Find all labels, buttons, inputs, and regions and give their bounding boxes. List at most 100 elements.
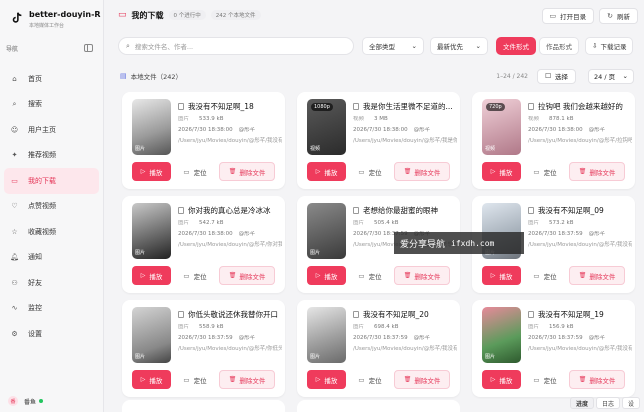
sidebar-item-label: 点赞视频 [28,202,56,211]
file-title: 我没有不知足啊_09 [538,206,604,215]
play-button[interactable]: ▷ 播放 [132,266,171,285]
locate-button[interactable]: ▭ 定位 [525,162,565,181]
trash-icon: 🗑︎ [228,376,237,383]
media-thumbnail[interactable]: 1080p 视频 [307,99,346,155]
file-info: 拉钩吧 我们会越来越好的 视频 878.1 kB 2026/7/30 18:38:00… [528,101,632,144]
locate-button[interactable]: ▭ 定位 [350,370,390,389]
range-indicator: 1–24 / 242 [496,72,528,80]
media-thumbnail[interactable]: 图片 [307,307,346,363]
sidebar-item[interactable]: ⚇ 好友 [0,270,103,296]
file-date: 2026/7/30 18:38:00 [528,126,583,133]
play-button[interactable]: ▷ 播放 [132,370,171,389]
list-header: ▤ 本地文件（242） 1–24 / 242 ☐ 选择 24 / 页 ⌄ [120,67,638,85]
brand: better-douyin-R 本地媒体工作台 [0,0,103,40]
delete-label: 删除文件 [414,376,441,385]
search-input[interactable]: ⌕ 搜索文件名、作者... [118,37,354,55]
media-thumbnail[interactable]: 图片 [482,307,521,363]
file-date: 2026/7/30 18:38:00 [178,126,233,133]
user-profile[interactable]: 番 番鱼 [8,396,44,406]
refresh-button[interactable]: ↻ 刷新 [599,8,638,24]
file-info: 我没有不知足啊_20 图片 698.4 kB 2026/7/30 18:37:59 @彤… [353,309,457,352]
sidebar-item[interactable]: ☺ 用户主页 [0,117,103,143]
sidebar-item[interactable]: 🔔︎ 通知 [0,245,103,271]
sidebar-item[interactable]: ⚙ 设置 [0,321,103,347]
sidebar-item[interactable]: ▭ 我的下载 [4,168,99,194]
file-kind: 图片 [178,220,190,226]
delete-file-button[interactable]: 🗑︎ 删除文件 [394,266,450,285]
file-meta: 图片 533.9 kB [178,116,282,123]
play-icon: ▷ [140,376,146,383]
file-meta-date: 2026/7/30 18:38:00 @彤芊 [528,127,632,134]
per-page-value: 24 / 页 [594,73,616,81]
search-icon: ⌕ [126,41,130,50]
sidebar-item[interactable]: ∿ 监控 [0,296,103,322]
play-button[interactable]: ▷ 播放 [482,370,521,389]
locate-button[interactable]: ▭ 定位 [525,266,565,285]
tab-progress[interactable]: 进度 [569,397,594,409]
play-button[interactable]: ▷ 播放 [307,266,346,285]
delete-file-button[interactable]: 🗑︎ 删除文件 [569,162,625,181]
play-button[interactable]: ▷ 播放 [307,370,346,389]
select-button[interactable]: ☐ 选择 [537,68,576,84]
locate-label: 定位 [368,272,382,281]
open-folder-button[interactable]: ▭ 打开目录 [541,8,595,24]
delete-file-button[interactable]: 🗑︎ 删除文件 [394,162,450,181]
sidebar-item[interactable]: ⌂ 首页 [0,66,103,92]
thumbnail-tag: 图片 [135,354,146,360]
trash-icon: 🗑︎ [403,272,412,279]
app-window: better-douyin-R 本地媒体工作台 导航 ⌂ 首页 ⌕ 搜索 ☺ 用户主页 ✦ 推… [0,0,644,412]
delete-file-button[interactable]: 🗑︎ 删除文件 [219,266,275,285]
play-label: 播放 [324,376,338,385]
delete-file-button[interactable]: 🗑︎ 删除文件 [569,370,625,389]
card-actions: ▷ 播放 ▭ 定位 🗑︎ 删除文件 [132,266,275,285]
delete-file-button[interactable]: 🗑︎ 删除文件 [219,162,275,181]
sidebar-item[interactable]: ☆ 收藏视频 [0,219,103,245]
media-thumbnail[interactable]: 图片 [132,99,171,155]
file-title: 你低头敬说还休我替你开口 [188,310,278,319]
nav-list: ⌂ 首页 ⌕ 搜索 ☺ 用户主页 ✦ 推荐视频 ▭ 我的下载 ♡ 点赞视频 ☆ 收藏视频 🔔︎ 通知 ⚇ 好友 ∿ 监… [0,66,103,347]
media-thumbnail[interactable]: 720p 视频 [482,99,521,155]
tab-other[interactable]: 设 [621,397,640,409]
locate-button[interactable]: ▭ 定位 [350,162,390,181]
locate-button[interactable]: ▭ 定位 [350,266,390,285]
sort-select[interactable]: 最新优先 ⌄ [430,37,488,55]
delete-file-button[interactable]: 🗑︎ 删除文件 [394,370,450,389]
sparkle-icon: ✦ [11,151,18,160]
file-title: 拉钩吧 我们会越来越好的 [538,102,623,111]
play-button[interactable]: ▷ 播放 [482,162,521,181]
play-button[interactable]: ▷ 播放 [307,162,346,181]
file-size: 542.7 kB [199,220,224,226]
sidebar-item[interactable]: ♡ 点赞视频 [0,194,103,220]
trash-icon: 🗑︎ [578,376,587,383]
per-page-select[interactable]: 24 / 页 ⌄ [588,68,634,84]
file-card: 图片 我没有不知足啊_19 图片 156.9 kB 2026/7/30 18:37:59… [472,300,635,397]
download-records-button[interactable]: ⇩ 下载记录 [585,37,634,55]
locate-label: 定位 [193,272,207,281]
file-title-row: 我没有不知足啊_18 [178,101,282,112]
file-title-row: 拉钩吧 我们会越来越好的 [528,101,632,112]
locate-button[interactable]: ▭ 定位 [175,266,215,285]
view-files-button[interactable]: 文件形式 [496,37,536,55]
type-filter-select[interactable]: 全部类型 ⌄ [362,37,424,55]
media-thumbnail[interactable]: 图片 [132,307,171,363]
sort-value: 最新优先 [437,43,463,51]
locate-button[interactable]: ▭ 定位 [175,162,215,181]
delete-file-button[interactable]: 🗑︎ 删除文件 [219,370,275,389]
locate-button[interactable]: ▭ 定位 [175,370,215,389]
play-label: 播放 [324,168,338,177]
file-icon [528,207,534,214]
file-card: 图片 你对我的真心总是冷冰冰 图片 542.7 kB 2026/7/30 18:38:0… [122,196,285,293]
locate-button[interactable]: ▭ 定位 [525,370,565,389]
play-button[interactable]: ▷ 播放 [132,162,171,181]
delete-label: 删除文件 [414,272,441,281]
media-thumbnail[interactable]: 图片 [132,203,171,259]
sidebar-toggle-icon[interactable] [84,44,93,52]
media-thumbnail[interactable]: 图片 [307,203,346,259]
header-actions: ▭ 打开目录 ↻ 刷新 [541,8,638,24]
view-works-button[interactable]: 作品形式 [539,37,579,55]
tab-log[interactable]: 日志 [595,397,620,409]
sidebar-item[interactable]: ⌕ 搜索 [0,92,103,118]
play-button[interactable]: ▷ 播放 [482,266,521,285]
delete-file-button[interactable]: 🗑︎ 删除文件 [569,266,625,285]
sidebar-item[interactable]: ✦ 推荐视频 [0,143,103,169]
